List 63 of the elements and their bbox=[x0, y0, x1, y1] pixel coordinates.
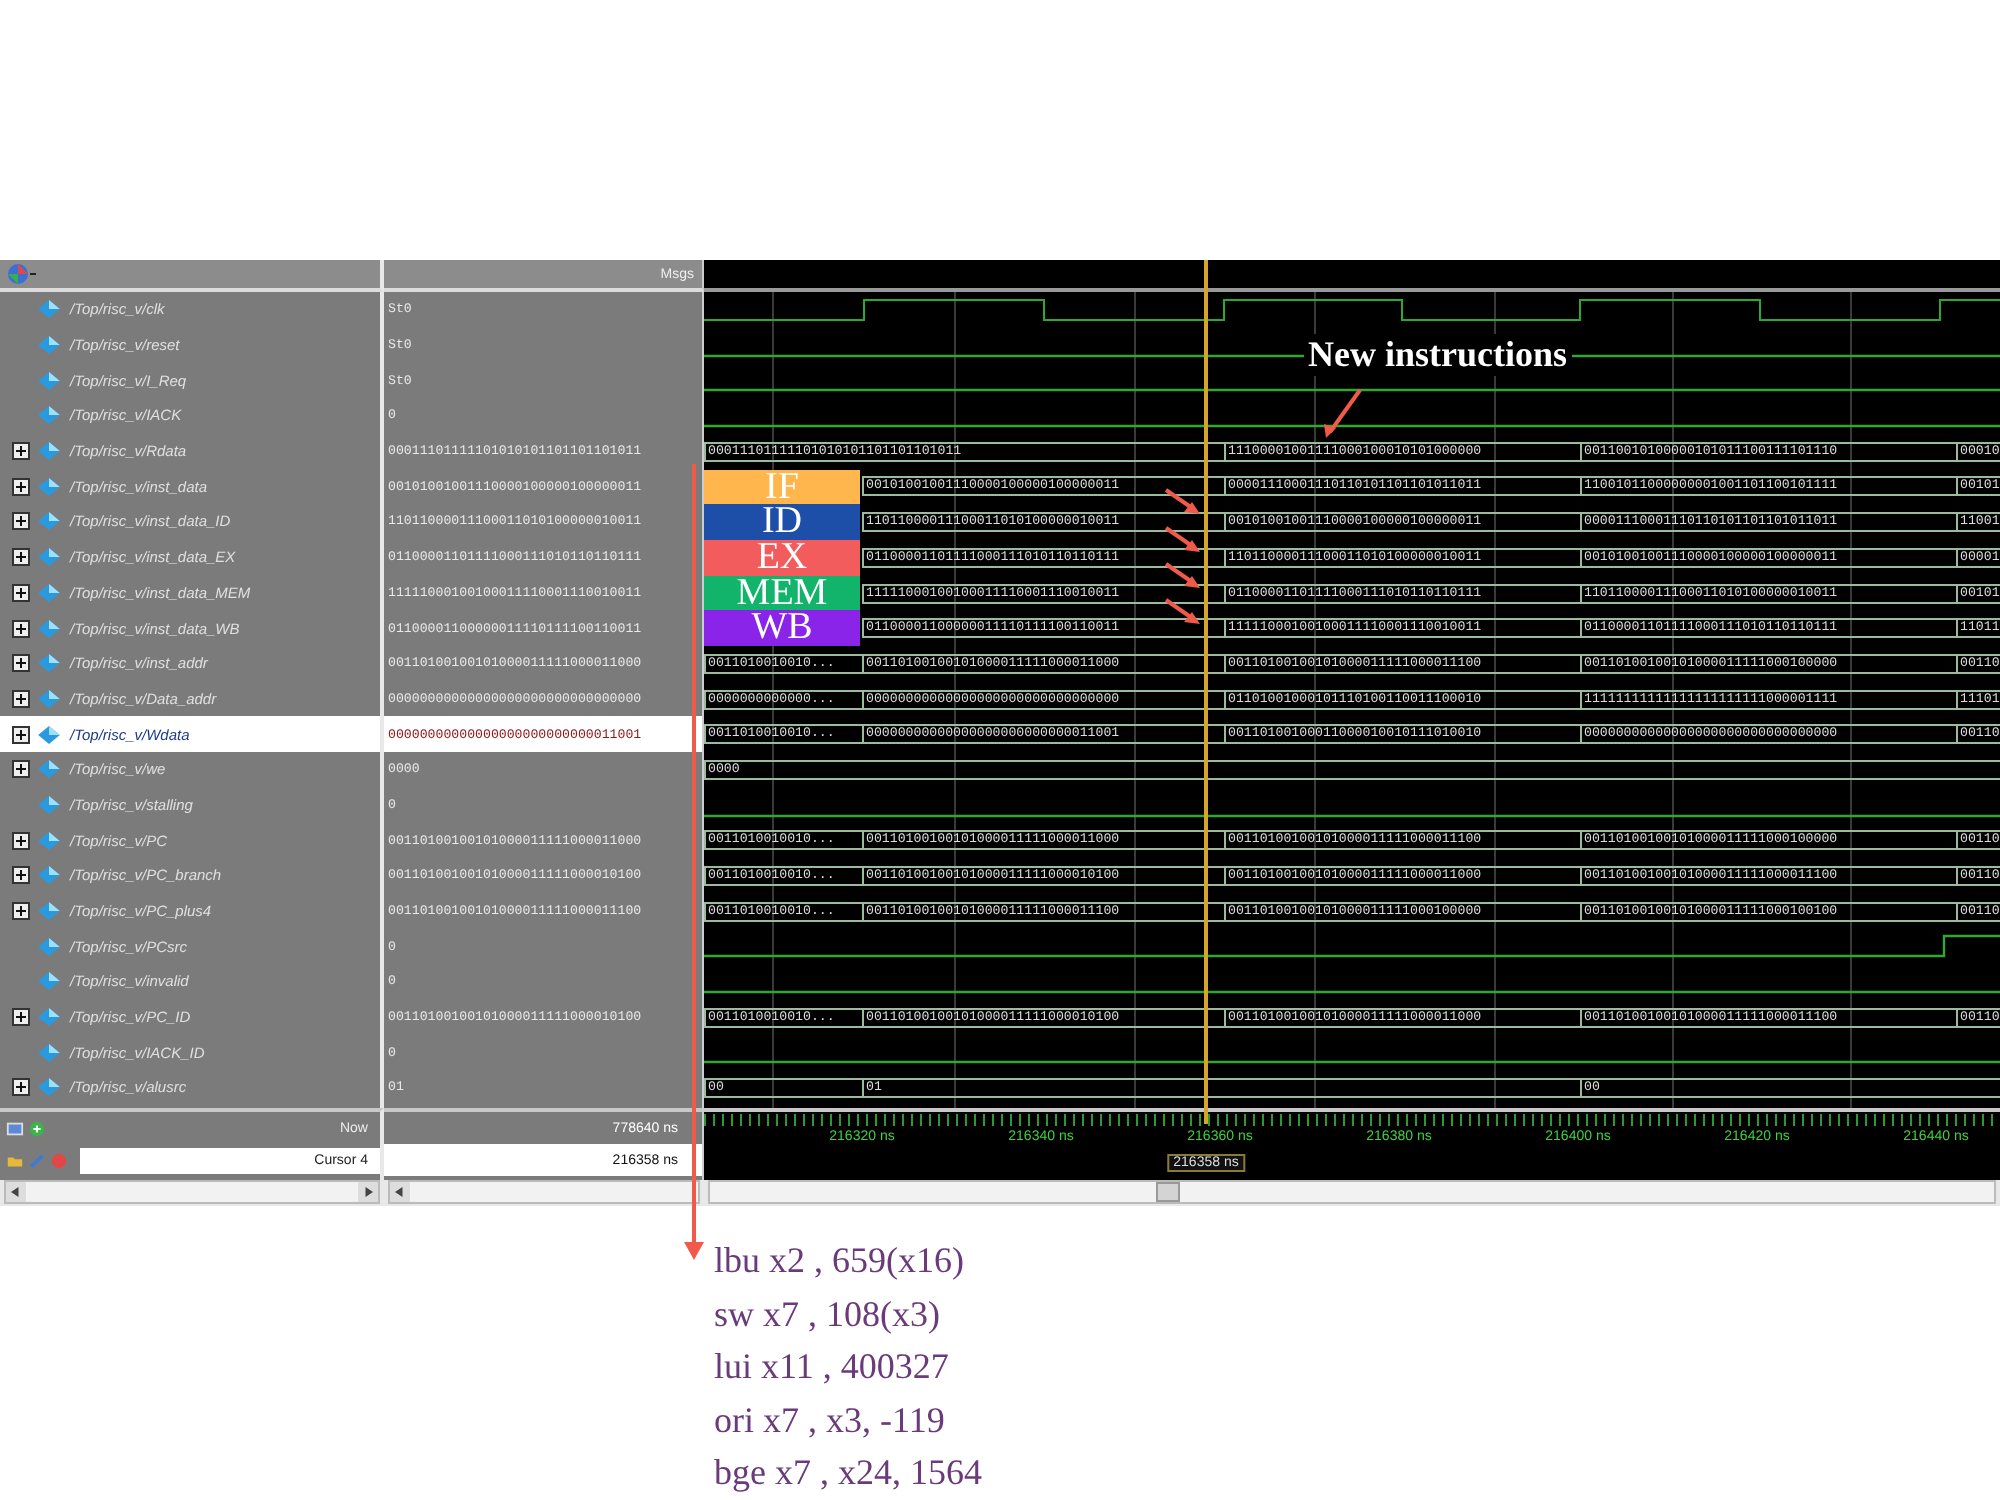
add-icon[interactable] bbox=[28, 1119, 46, 1137]
diamond-icon bbox=[38, 1078, 60, 1097]
window-icon[interactable] bbox=[6, 1119, 24, 1137]
diamond-icon bbox=[38, 725, 60, 744]
instruction-text: ori x7 , x3, -119 bbox=[714, 1397, 947, 1443]
diamond-icon bbox=[38, 795, 60, 814]
stage-label: WB bbox=[704, 610, 860, 646]
stage-label: ID bbox=[704, 504, 860, 540]
diamond-icon bbox=[38, 972, 60, 991]
expand-icon[interactable] bbox=[12, 902, 30, 921]
diamond-icon bbox=[38, 689, 60, 708]
diamond-icon bbox=[38, 654, 60, 673]
pointer-arrow bbox=[1324, 388, 1362, 438]
diamond-icon bbox=[38, 583, 60, 602]
pointer-arrow bbox=[1164, 598, 1200, 624]
diamond-icon bbox=[38, 300, 60, 319]
stage-label: IF bbox=[704, 469, 860, 505]
diamond-icon bbox=[38, 371, 60, 390]
expand-icon[interactable] bbox=[12, 689, 30, 708]
stage-label: EX bbox=[704, 539, 860, 576]
expand-icon[interactable] bbox=[12, 1078, 30, 1097]
instruction-text: lbu x2 , 659(x16) bbox=[714, 1238, 966, 1284]
expand-icon[interactable] bbox=[12, 760, 30, 779]
instruction-text: sw x7 , 108(x3) bbox=[714, 1291, 942, 1338]
scrollbar-thumb[interactable] bbox=[1156, 1182, 1180, 1202]
instruction-text: bge x7 , x24, 1564 bbox=[714, 1450, 982, 1496]
scroll-left-icon[interactable] bbox=[390, 1182, 410, 1202]
diamond-icon bbox=[38, 406, 60, 425]
expand-icon[interactable] bbox=[12, 548, 30, 567]
diamond-icon bbox=[38, 1043, 60, 1062]
pointer-arrow bbox=[1164, 562, 1200, 588]
diamond-icon bbox=[38, 760, 60, 779]
diamond-icon bbox=[38, 902, 60, 921]
expand-icon[interactable] bbox=[12, 866, 30, 885]
pointer-arrow bbox=[1164, 488, 1200, 514]
expand-icon[interactable] bbox=[12, 654, 30, 673]
diamond-icon bbox=[38, 336, 60, 355]
scroll-right-icon[interactable] bbox=[358, 1182, 378, 1202]
diamond-icon bbox=[38, 477, 60, 496]
diamond-icon bbox=[38, 442, 60, 461]
diamond-icon bbox=[38, 937, 60, 956]
diamond-icon bbox=[38, 619, 60, 638]
instruction-text: lui x11 , 400327 bbox=[714, 1344, 951, 1390]
diamond-icon bbox=[38, 831, 60, 850]
scroll-left-icon[interactable] bbox=[6, 1182, 26, 1202]
expand-icon[interactable] bbox=[12, 583, 30, 602]
diamond-icon bbox=[38, 548, 60, 567]
expand-icon[interactable] bbox=[12, 477, 30, 496]
diamond-icon bbox=[38, 1008, 60, 1027]
expand-icon[interactable] bbox=[12, 512, 30, 531]
diamond-icon bbox=[38, 512, 60, 531]
expand-icon[interactable] bbox=[12, 831, 30, 850]
expand-icon[interactable] bbox=[12, 619, 30, 638]
stage-label: MEM bbox=[704, 575, 860, 611]
expand-icon[interactable] bbox=[12, 442, 30, 461]
pointer-arrow bbox=[1164, 526, 1200, 552]
expand-icon[interactable] bbox=[12, 1008, 30, 1027]
horizontal-scrollbar[interactable] bbox=[708, 1180, 1996, 1204]
expand-icon[interactable] bbox=[12, 725, 30, 744]
diamond-icon bbox=[38, 866, 60, 885]
annotation-text: New instructions bbox=[1304, 334, 1571, 376]
horizontal-scrollbar[interactable] bbox=[388, 1180, 700, 1204]
horizontal-scrollbar[interactable] bbox=[4, 1180, 380, 1204]
